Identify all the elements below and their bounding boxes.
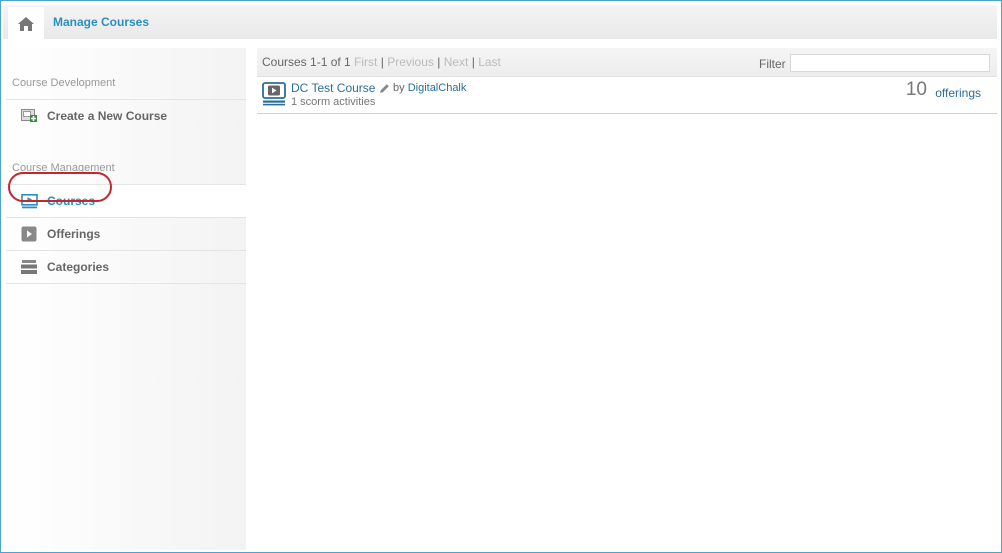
filter-input[interactable]: [790, 54, 990, 72]
offerings-link[interactable]: offerings: [935, 86, 981, 100]
filter-label: Filter: [759, 57, 786, 71]
add-course-icon: [20, 108, 38, 124]
app-frame: Manage Courses Course Development Create…: [0, 0, 1002, 553]
pager-first-link[interactable]: First: [354, 55, 377, 69]
offerings-count: 10: [905, 79, 927, 100]
edit-pencil-icon[interactable]: [379, 83, 390, 94]
pager-previous-link[interactable]: Previous: [387, 55, 434, 69]
stack-icon: [20, 259, 38, 275]
pager-last-link[interactable]: Last: [478, 55, 501, 69]
pager-separator: |: [471, 55, 475, 69]
pager-separator: |: [380, 55, 384, 69]
pager-separator: |: [437, 55, 441, 69]
sidebar-item-categories[interactable]: Categories: [6, 250, 246, 284]
course-author: by DigitalChalk: [393, 82, 466, 94]
course-icon: [262, 82, 286, 106]
pager-next-link[interactable]: Next: [444, 55, 469, 69]
sidebar-item-create-course[interactable]: Create a New Course: [6, 99, 246, 132]
page-title: Manage Courses: [53, 15, 150, 29]
author-link[interactable]: DigitalChalk: [408, 82, 467, 94]
sidebar-item-label: Offerings: [47, 227, 101, 241]
pager-range: Courses 1-1 of 1: [262, 55, 351, 69]
sidebar-item-offerings[interactable]: Offerings: [6, 217, 246, 250]
play-box-icon: [20, 226, 38, 242]
sidebar-item-label: Create a New Course: [47, 109, 168, 123]
table-row[interactable]: DC Test Course by DigitalChalk 1 scorm a…: [257, 77, 997, 114]
home-icon: [18, 17, 34, 31]
section-heading-development: Course Development: [12, 77, 116, 89]
course-activities: 1 scorm activities: [291, 96, 376, 108]
course-name-link[interactable]: DC Test Course: [291, 81, 375, 95]
home-button[interactable]: [8, 7, 44, 41]
sidebar: Course Development Create a New Course C…: [6, 48, 246, 550]
pager-bar: Courses 1-1 of 1 First | Previous | Next…: [257, 48, 997, 77]
sidebar-item-label: Categories: [47, 260, 110, 274]
pager: Courses 1-1 of 1 First | Previous | Next…: [262, 55, 501, 69]
top-bar: Manage Courses: [3, 5, 997, 41]
highlight-annotation: [8, 172, 112, 202]
by-label: by: [393, 82, 405, 94]
